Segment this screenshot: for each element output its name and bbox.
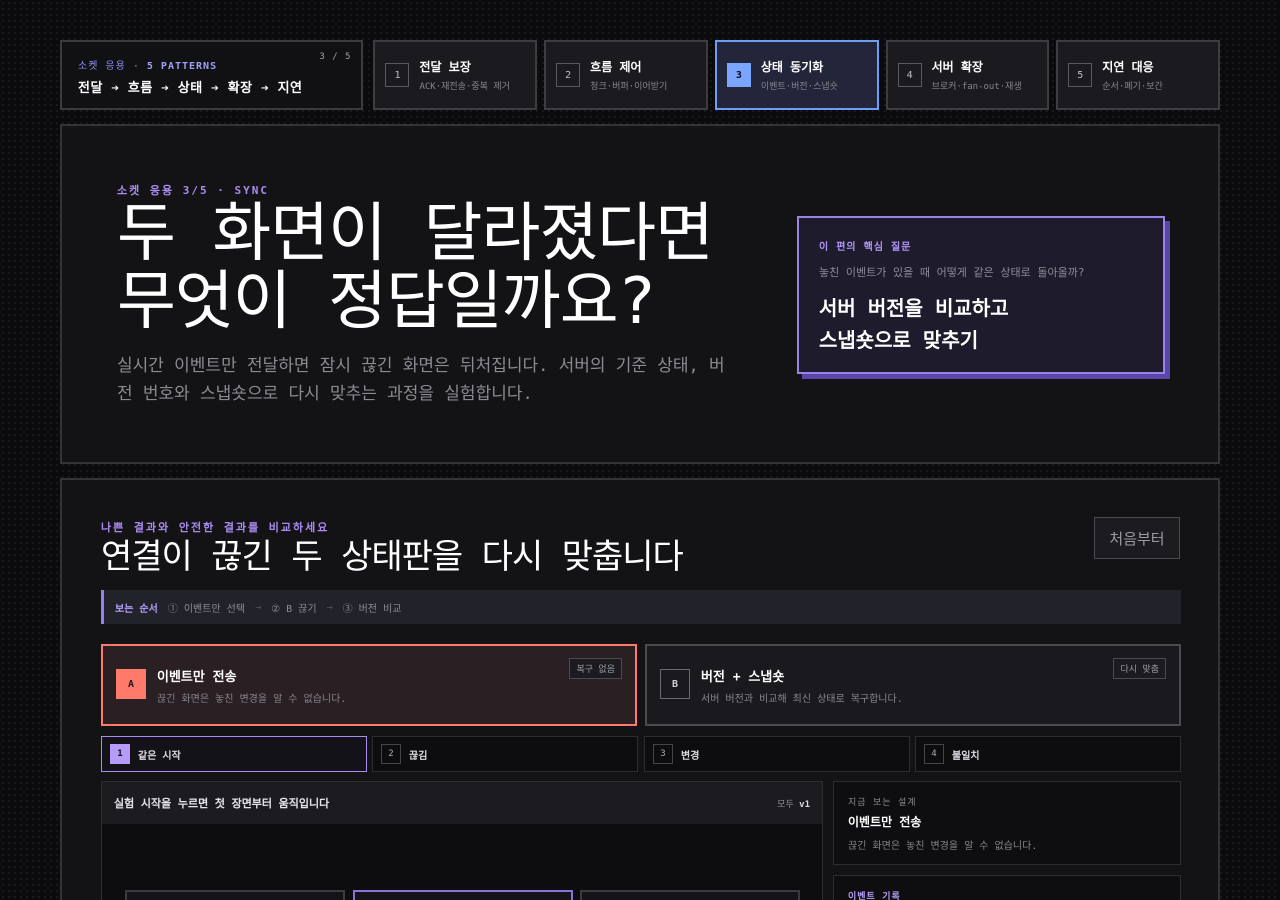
choice-badge: B (660, 669, 690, 699)
scenario-number: 1 (110, 744, 130, 764)
key-answer-line-2: 스냅숏으로 맞추기 (819, 328, 979, 352)
series-eyebrow-prefix: 소켓 응용 · (78, 61, 147, 72)
event-log-label: 이벤트 기록 (848, 892, 901, 900)
state-board-a (125, 890, 345, 900)
scenario-label: 불일치 (952, 750, 980, 762)
stage-version-prefix: 모두 (777, 799, 794, 810)
scenario-label: 끊김 (409, 750, 428, 762)
scenario-number: 2 (381, 744, 401, 764)
step-tab-1[interactable]: 1 전달 보장 ACK·재전송·중복 제거 (373, 40, 538, 110)
guide-arrow: → (326, 601, 333, 613)
stage-version-value: v1 (799, 799, 810, 810)
design-panel-subtitle: 끊긴 화면은 놓친 변경을 알 수 없습니다. (848, 841, 1038, 852)
lab-section: 나쁜 결과와 안전한 결과를 비교하세요 연결이 끊긴 두 상태판을 다시 맞춥… (60, 478, 1220, 900)
choice-tag: 복구 없음 (569, 658, 622, 679)
scenario-number: 3 (653, 744, 673, 764)
reset-button[interactable]: 처음부터 (1094, 517, 1180, 559)
scenario-label: 변경 (681, 750, 700, 762)
guide-label: 보는 순서 (115, 603, 158, 615)
stage-header: 실험 시작을 누르면 첫 장면부터 움직입니다 모두 v1 (102, 782, 822, 824)
series-eyebrow-strong: 5 PATTERNS (146, 61, 218, 72)
step-subtitle: 브로커·fan-out·재생 (931, 82, 1022, 92)
step-title: 전달 보장 (419, 60, 471, 74)
choice-b-version-snapshot[interactable]: B 버전 + 스냅숏 서버 버전과 비교해 최신 상태로 복구합니다. 다시 맞… (645, 644, 1181, 726)
step-title: 지연 대응 (1102, 60, 1154, 74)
hero-title: 두 화면이 달라졌다면 무엇이 정답일까요? (117, 200, 757, 336)
key-question-card: 이 편의 핵심 질문 놓친 이벤트가 있을 때 어떻게 같은 상태로 돌아올까?… (797, 216, 1165, 374)
step-number: 2 (556, 63, 581, 87)
scenario-tab-3[interactable]: 3 변경 (644, 736, 910, 772)
choice-a-events-only[interactable]: A 이벤트만 전송 끊긴 화면은 놓친 변경을 알 수 없습니다. 복구 없음 (101, 644, 637, 726)
step-title: 흐름 제어 (590, 60, 642, 74)
series-eyebrow: 소켓 응용 · 5 PATTERNS (78, 57, 345, 72)
lab-kicker: 나쁜 결과와 안전한 결과를 비교하세요 (101, 521, 330, 534)
design-panel-label: 지금 보는 설계 (848, 798, 917, 808)
scenario-label: 같은 시작 (138, 750, 181, 762)
hero-title-line-1: 두 화면이 달라졌다면 (117, 197, 714, 271)
current-design-panel: 지금 보는 설계 이벤트만 전송 끊긴 화면은 놓친 변경을 알 수 없습니다. (833, 781, 1181, 865)
choice-title: 버전 + 스냅숏 (701, 670, 785, 685)
scenario-tab-1[interactable]: 1 같은 시작 (101, 736, 367, 772)
stage-title: 실험 시작을 누르면 첫 장면부터 움직입니다 (114, 797, 330, 810)
step-subtitle: 이벤트·버전·스냅숏 (760, 82, 838, 92)
hero-description: 실시간 이벤트만 전달하면 잠시 끊긴 화면은 뒤처집니다. 서버의 기준 상태… (117, 356, 725, 404)
choice-title: 이벤트만 전송 (157, 670, 237, 685)
guide-step-3: ③ 버전 비교 (342, 603, 402, 615)
lab-title: 연결이 끊긴 두 상태판을 다시 맞춥니다 (101, 537, 684, 577)
step-number: 1 (385, 63, 410, 87)
step-subtitle: 청크·버퍼·이어받기 (590, 82, 668, 92)
state-board-b (580, 890, 800, 900)
scenario-tab-2[interactable]: 2 끊김 (372, 736, 638, 772)
event-log-panel: 이벤트 기록 (833, 875, 1181, 900)
step-title: 상태 동기화 (760, 60, 824, 74)
series-count: 3 / 5 (319, 52, 352, 62)
hero-title-line-2: 무엇이 정답일까요? (117, 265, 656, 339)
step-number: 4 (897, 63, 922, 87)
guide-arrow: → (255, 601, 262, 613)
choice-subtitle: 서버 버전과 비교해 최신 상태로 복구합니다. (701, 694, 903, 705)
key-answer-line-1: 서버 버전을 비교하고 (819, 296, 1009, 320)
viewing-order-guide: 보는 순서 ① 이벤트만 선택 → ② B 끊기 → ③ 버전 비교 (101, 590, 1181, 624)
simulation-stage: 실험 시작을 누르면 첫 장면부터 움직입니다 모두 v1 (101, 781, 823, 900)
choice-tag: 다시 맞춤 (1113, 658, 1166, 679)
series-flow: 전달 ➔ 흐름 ➔ 상태 ➔ 확장 ➔ 지연 (78, 81, 303, 96)
choice-subtitle: 끊긴 화면은 놓친 변경을 알 수 없습니다. (157, 694, 347, 705)
guide-step-2: ② B 끊기 (271, 603, 317, 615)
step-title: 서버 확장 (931, 60, 983, 74)
choice-badge: A (116, 669, 146, 699)
stage-version: 모두 v1 (777, 797, 810, 810)
step-tab-3[interactable]: 3 상태 동기화 이벤트·버전·스냅숏 (714, 40, 879, 110)
key-question-label: 이 편의 핵심 질문 (819, 242, 912, 253)
scenario-number: 4 (924, 744, 944, 764)
step-tab-4[interactable]: 4 서버 확장 브로커·fan-out·재생 (885, 40, 1050, 110)
step-number: 3 (726, 63, 751, 87)
guide-step-1: ① 이벤트만 선택 (167, 603, 246, 615)
state-board-server (353, 890, 573, 900)
step-subtitle: ACK·재전송·중복 제거 (419, 82, 510, 92)
hero-kicker: 소켓 응용 3/5 · SYNC (117, 184, 269, 197)
hero-section: 소켓 응용 3/5 · SYNC 두 화면이 달라졌다면 무엇이 정답일까요? … (60, 124, 1220, 464)
pattern-nav: 소켓 응용 · 5 PATTERNS 전달 ➔ 흐름 ➔ 상태 ➔ 확장 ➔ 지… (60, 40, 1220, 110)
series-card: 소켓 응용 · 5 PATTERNS 전달 ➔ 흐름 ➔ 상태 ➔ 확장 ➔ 지… (60, 40, 364, 110)
key-question-text: 놓친 이벤트가 있을 때 어떻게 같은 상태로 돌아올까? (819, 266, 1085, 279)
key-question-answer: 서버 버전을 비교하고 스냅숏으로 맞추기 (819, 292, 1143, 356)
design-panel-title: 이벤트만 전송 (848, 815, 922, 829)
step-number: 5 (1068, 63, 1093, 87)
step-subtitle: 순서·폐기·보간 (1102, 82, 1163, 92)
scenario-tab-4[interactable]: 4 불일치 (915, 736, 1181, 772)
step-tab-5[interactable]: 5 지연 대응 순서·폐기·보간 (1056, 40, 1220, 110)
step-tab-2[interactable]: 2 흐름 제어 청크·버퍼·이어받기 (544, 40, 708, 110)
